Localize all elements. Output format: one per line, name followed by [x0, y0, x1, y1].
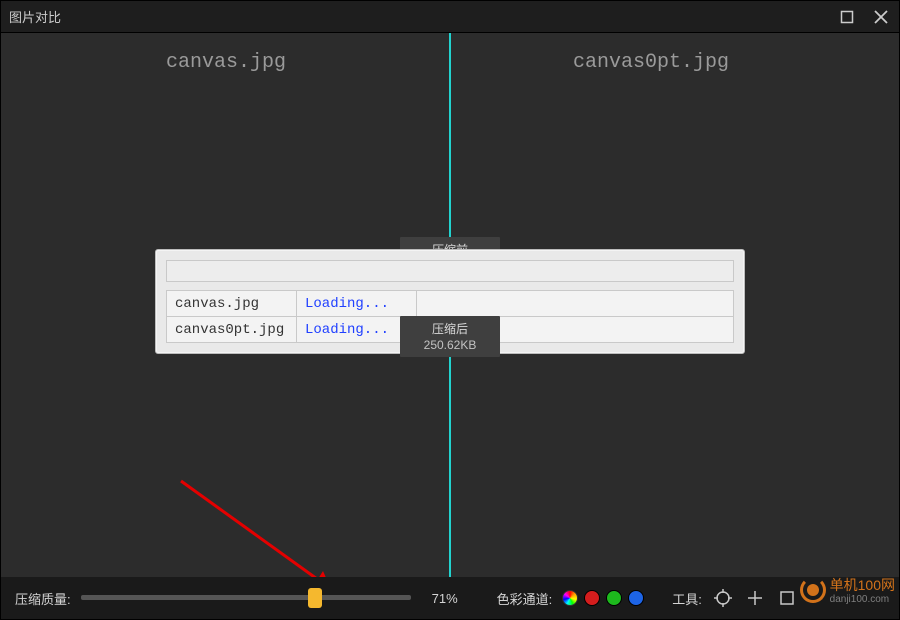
- left-pane-label: canvas.jpg: [166, 51, 286, 74]
- table-row: canvas.jpg Loading...: [167, 291, 734, 317]
- file-status-cell: Loading...: [297, 291, 417, 317]
- slider-track: [81, 595, 411, 600]
- color-channel-dots: [562, 590, 644, 606]
- close-button[interactable]: [871, 7, 891, 27]
- size-after-badge: 压缩后 250.62KB: [400, 316, 500, 357]
- file-name-cell: canvas.jpg: [167, 291, 297, 317]
- footer-bar: 压缩质量: 71% 色彩通道: 工具:: [1, 577, 899, 619]
- channel-green-icon[interactable]: [606, 590, 622, 606]
- tool-fit-icon[interactable]: [776, 587, 798, 609]
- size-after-value: 250.62KB: [414, 337, 486, 353]
- tool-move-icon[interactable]: [712, 587, 734, 609]
- right-pane-label: canvas0pt.jpg: [573, 51, 729, 74]
- channel-red-icon[interactable]: [584, 590, 600, 606]
- file-name-cell: canvas0pt.jpg: [167, 317, 297, 343]
- size-after-label: 压缩后: [414, 321, 486, 337]
- compare-area: canvas.jpg canvas0pt.jpg 压缩前 1.05MB canv…: [1, 33, 899, 579]
- quality-slider[interactable]: [81, 591, 411, 605]
- quality-value: 71%: [421, 591, 469, 606]
- tools-label: 工具:: [672, 589, 702, 608]
- slider-thumb[interactable]: [308, 588, 322, 608]
- window-buttons: [837, 7, 891, 27]
- quality-label: 压缩质量:: [15, 589, 71, 608]
- titlebar: 图片对比: [1, 1, 899, 33]
- window-title: 图片对比: [9, 7, 837, 26]
- tool-zoom-icon[interactable]: [744, 587, 766, 609]
- channel-label: 色彩通道:: [497, 589, 553, 608]
- channel-all-icon[interactable]: [562, 590, 578, 606]
- file-status-cell: Loading...: [297, 317, 417, 343]
- channel-blue-icon[interactable]: [628, 590, 644, 606]
- file-empty-cell: [417, 291, 734, 317]
- panel-spacer: [166, 260, 734, 282]
- maximize-button[interactable]: [837, 7, 857, 27]
